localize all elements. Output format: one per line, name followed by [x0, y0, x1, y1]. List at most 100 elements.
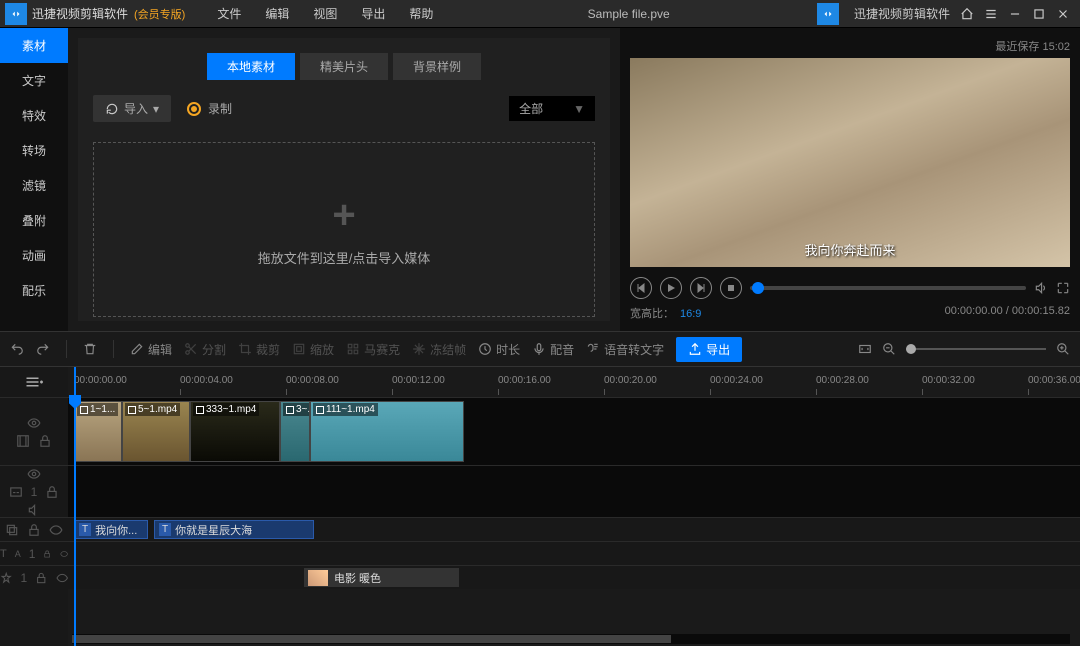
sidebar-tab-effects[interactable]: 特效	[0, 98, 68, 133]
text-a-track[interactable]	[68, 541, 1080, 565]
speech-icon	[586, 342, 600, 356]
record-button[interactable]: 录制	[186, 100, 232, 117]
fullscreen-icon[interactable]	[1056, 281, 1070, 295]
text-a-track-head: TA 1	[0, 541, 68, 565]
preview-progress[interactable]	[750, 286, 1026, 290]
filter-clip-label: 电影 暖色	[334, 570, 381, 586]
filter-clip[interactable]: 电影 暖色	[304, 568, 459, 587]
menu-file[interactable]: 文件	[205, 5, 253, 22]
sidebar-tab-overlay[interactable]: 叠附	[0, 203, 68, 238]
lock-icon[interactable]	[38, 434, 52, 448]
fx-icon	[0, 571, 12, 585]
video-clip[interactable]: 111~1.mp4	[310, 401, 464, 462]
edit-button[interactable]: 编辑	[130, 341, 172, 358]
menu-view[interactable]: 视图	[301, 5, 349, 22]
zoom-in-button[interactable]	[1056, 342, 1070, 356]
delete-button[interactable]	[83, 342, 97, 356]
chevron-down-icon: ▼	[573, 102, 585, 116]
video-track[interactable]: 1~1...5~1.mp4333~1.mp4 3~...111~1.mp4	[68, 397, 1080, 465]
chevron-down-icon: ▾	[153, 102, 159, 116]
ruler-tick: 00:00:32.00	[922, 375, 975, 386]
export-button[interactable]: 导出	[676, 337, 742, 362]
prev-frame-button[interactable]	[630, 277, 652, 299]
menu-help[interactable]: 帮助	[397, 5, 445, 22]
asset-tab-bg[interactable]: 背景样例	[393, 53, 481, 80]
titlebar: 迅捷视频剪辑软件 (会员专版) 文件 编辑 视图 导出 帮助 Sample fi…	[0, 0, 1080, 28]
speech-to-text-button[interactable]: 语音转文字	[586, 341, 664, 358]
eye-icon[interactable]	[60, 547, 68, 561]
close-icon[interactable]	[1056, 7, 1070, 21]
subtitle-track[interactable]	[68, 465, 1080, 517]
zoom-out-button[interactable]	[882, 342, 896, 356]
menu-edit[interactable]: 编辑	[253, 5, 301, 22]
menu-export[interactable]: 导出	[349, 5, 397, 22]
video-clip[interactable]: 333~1.mp4	[190, 401, 280, 462]
text-track[interactable]: T我向你... T你就是星辰大海	[68, 517, 1080, 541]
clip-label: 333~1.mp4	[193, 403, 259, 416]
stop-button[interactable]	[720, 277, 742, 299]
dropzone-text: 拖放文件到这里/点击导入媒体	[258, 248, 431, 267]
ruler-tick: 00:00:00.00	[74, 375, 127, 386]
video-clip[interactable]: 1~1...	[74, 401, 122, 462]
home-icon[interactable]	[960, 7, 974, 21]
redo-button[interactable]	[36, 342, 50, 356]
freeze-button[interactable]: 冻结帧	[412, 341, 466, 358]
next-frame-button[interactable]	[690, 277, 712, 299]
hamburger-icon[interactable]	[984, 7, 998, 21]
undo-button[interactable]	[10, 342, 24, 356]
filter-track[interactable]: 电影 暖色	[68, 565, 1080, 589]
lock-icon[interactable]	[35, 571, 47, 585]
fit-button[interactable]	[858, 342, 872, 356]
aspect-ratio: 宽高比：16:9	[630, 305, 701, 321]
snowflake-icon	[412, 342, 426, 356]
sidebar-tab-music[interactable]: 配乐	[0, 273, 68, 308]
volume-icon[interactable]	[27, 503, 41, 517]
zoom-button[interactable]: 缩放	[292, 341, 334, 358]
text-clip[interactable]: T你就是星辰大海	[154, 520, 314, 539]
crop-button[interactable]: 裁剪	[238, 341, 280, 358]
time-ruler[interactable]: 00:00:00.0000:00:04.0000:00:08.0000:00:1…	[68, 367, 1080, 397]
preview-subtitle: 我向你奔赴而来	[804, 240, 895, 259]
maximize-icon[interactable]	[1032, 7, 1046, 21]
lock-icon[interactable]	[27, 523, 41, 537]
fx-track-head: 1	[0, 565, 68, 589]
mosaic-button[interactable]: 马赛克	[346, 341, 400, 358]
volume-icon[interactable]	[1034, 281, 1048, 295]
dub-button[interactable]: 配音	[532, 341, 574, 358]
lock-icon[interactable]	[43, 547, 51, 561]
dropzone[interactable]: + 拖放文件到这里/点击导入媒体	[93, 142, 595, 317]
asset-tab-local[interactable]: 本地素材	[207, 53, 295, 80]
duration-button[interactable]: 时长	[478, 341, 520, 358]
import-button[interactable]: 导入 ▾	[93, 95, 171, 122]
sidebar-tab-text[interactable]: 文字	[0, 63, 68, 98]
asset-filter-dropdown[interactable]: 全部 ▼	[509, 96, 595, 121]
eye-icon[interactable]	[27, 416, 41, 430]
sidebar-tab-animation[interactable]: 动画	[0, 238, 68, 273]
video-clip[interactable]: 5~1.mp4	[122, 401, 190, 462]
sidebar-tab-transition[interactable]: 转场	[0, 133, 68, 168]
play-button[interactable]	[660, 277, 682, 299]
app-logo-icon	[5, 3, 27, 25]
lock-icon[interactable]	[45, 485, 59, 499]
minimize-icon[interactable]	[1008, 7, 1022, 21]
split-button[interactable]: 分割	[184, 341, 226, 358]
text-clip[interactable]: T我向你...	[74, 520, 148, 539]
zoom-slider[interactable]	[906, 348, 1046, 350]
add-track-button[interactable]	[0, 367, 68, 397]
eye-icon[interactable]	[49, 523, 63, 537]
last-saved: 最近保存 15:02	[630, 38, 1070, 58]
playhead[interactable]	[74, 367, 76, 646]
subtitle-track-head: 1	[0, 465, 68, 517]
video-preview[interactable]: 我向你奔赴而来	[630, 58, 1070, 267]
asset-tab-intro[interactable]: 精美片头	[300, 53, 388, 80]
mic-icon	[532, 342, 546, 356]
filter-value: 全部	[519, 100, 543, 117]
text-badge-icon: T	[79, 523, 91, 536]
sidebar-tab-filter[interactable]: 滤镜	[0, 168, 68, 203]
eye-icon[interactable]	[27, 467, 41, 481]
sidebar-tab-material[interactable]: 素材	[0, 28, 68, 63]
video-clip[interactable]: 3~...	[280, 401, 310, 462]
ruler-tick: 00:00:28.00	[816, 375, 869, 386]
horizontal-scrollbar[interactable]	[72, 634, 1070, 644]
eye-icon[interactable]	[56, 571, 68, 585]
